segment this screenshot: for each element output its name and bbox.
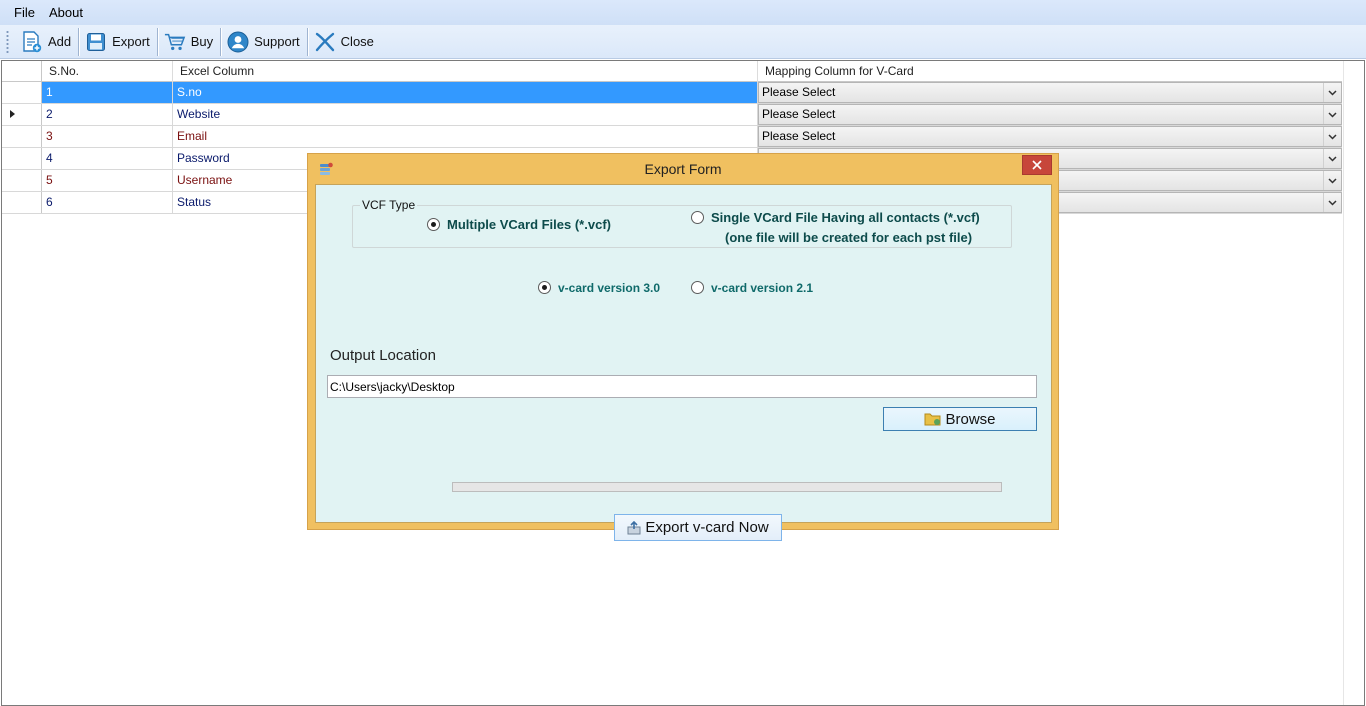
vcard-version-30-label: v-card version 3.0: [558, 281, 661, 295]
export-label: Export: [112, 34, 150, 49]
multiple-vcard-label: Multiple VCard Files (*.vcf): [447, 217, 611, 232]
add-file-icon: [21, 30, 43, 53]
mapping-select-value: Please Select: [762, 129, 836, 143]
grid-vertical-scrollbar[interactable]: [1343, 61, 1364, 705]
dialog-close-button[interactable]: [1022, 155, 1052, 175]
header-sno[interactable]: S.No.: [42, 61, 173, 82]
header-mapping-column[interactable]: Mapping Column for V-Card: [758, 61, 1342, 82]
cell-excel-column[interactable]: S.no: [173, 82, 758, 103]
buy-button[interactable]: Buy: [158, 28, 220, 56]
mapping-select[interactable]: Please Select: [758, 126, 1342, 147]
grid-corner[interactable]: [2, 61, 42, 82]
output-location-label: Output Location: [330, 347, 436, 364]
menu-about[interactable]: About: [43, 0, 91, 25]
shopping-cart-icon: [164, 31, 186, 53]
table-row[interactable]: 2 Website Please Select: [2, 104, 1342, 126]
folder-icon: [924, 413, 941, 425]
cell-sno[interactable]: 6: [42, 192, 173, 213]
browse-button[interactable]: Browse: [883, 407, 1037, 431]
row-header[interactable]: [2, 170, 42, 191]
chevron-down-icon[interactable]: [1323, 149, 1341, 168]
chevron-down-icon[interactable]: [1323, 83, 1341, 102]
close-icon: [1032, 160, 1042, 170]
menu-file[interactable]: File: [0, 0, 43, 25]
chevron-down-icon[interactable]: [1323, 105, 1341, 124]
cell-sno[interactable]: 2: [42, 104, 173, 125]
row-header[interactable]: [2, 192, 42, 213]
support-button[interactable]: Support: [221, 28, 307, 56]
radio-unchecked-icon[interactable]: [691, 211, 704, 224]
radio-checked-icon[interactable]: [538, 281, 551, 294]
close-label: Close: [340, 34, 374, 49]
toolbar-grip[interactable]: [6, 29, 9, 54]
export-progress-bar: [452, 482, 1002, 492]
dialog-titlebar[interactable]: Export Form: [308, 154, 1058, 184]
cell-mapping[interactable]: Please Select: [758, 126, 1342, 147]
mapping-select-value: Please Select: [762, 85, 836, 99]
header-excel-column[interactable]: Excel Column: [173, 61, 758, 82]
dialog-title: Export Form: [644, 161, 722, 177]
row-header[interactable]: [2, 126, 42, 147]
cell-sno[interactable]: 4: [42, 148, 173, 169]
cell-excel-column[interactable]: Website: [173, 104, 758, 125]
close-x-icon: [314, 31, 336, 53]
single-vcard-radio[interactable]: Single VCard File Having all contacts (*…: [691, 210, 980, 246]
radio-unchecked-icon[interactable]: [691, 281, 704, 294]
mapping-select[interactable]: Please Select: [758, 104, 1342, 125]
row-header[interactable]: [2, 104, 42, 125]
vcard-version-21-radio[interactable]: v-card version 2.1: [691, 280, 813, 296]
output-location-input[interactable]: [327, 375, 1037, 398]
menu-bar: File About: [0, 0, 1366, 25]
table-row[interactable]: 3 Email Please Select: [2, 126, 1342, 148]
add-label: Add: [48, 34, 72, 49]
save-disk-icon: [85, 31, 107, 53]
browse-label: Browse: [945, 410, 996, 428]
single-vcard-label: Single VCard File Having all contacts (*…: [711, 210, 980, 246]
vcf-type-legend: VCF Type: [360, 198, 418, 212]
support-label: Support: [254, 34, 300, 49]
export-button[interactable]: Export: [79, 28, 157, 56]
grid-header: S.No. Excel Column Mapping Column for V-…: [2, 61, 1342, 82]
row-header[interactable]: [2, 82, 42, 103]
support-user-icon: [227, 31, 249, 53]
cell-sno[interactable]: 3: [42, 126, 173, 147]
current-row-pointer-icon: [10, 110, 15, 118]
export-vcard-now-button[interactable]: Export v-card Now: [614, 514, 782, 541]
row-header[interactable]: [2, 148, 42, 169]
vcard-version-30-radio[interactable]: v-card version 3.0: [538, 280, 660, 296]
mapping-select-value: Please Select: [762, 107, 836, 121]
chevron-down-icon[interactable]: [1323, 193, 1341, 212]
toolbar: Add Export Buy Support Close: [0, 25, 1366, 59]
dialog-content: VCF Type Multiple VCard Files (*.vcf) Si…: [315, 184, 1052, 541]
cell-excel-column[interactable]: Email: [173, 126, 758, 147]
chevron-down-icon[interactable]: [1323, 171, 1341, 190]
export-form-dialog: Export Form VCF Type Multiple VCard File…: [307, 153, 1059, 541]
vcard-version-21-label: v-card version 2.1: [711, 281, 814, 295]
table-row[interactable]: 1 S.no Please Select: [2, 82, 1342, 104]
cell-sno[interactable]: 5: [42, 170, 173, 191]
mapping-select[interactable]: Please Select: [758, 82, 1342, 103]
cell-sno[interactable]: 1: [42, 82, 173, 103]
single-vcard-sub-text: (one file will be created for each pst f…: [725, 230, 973, 245]
chevron-down-icon[interactable]: [1323, 127, 1341, 146]
cell-mapping[interactable]: Please Select: [758, 104, 1342, 125]
single-vcard-main-text: Single VCard File Having all contacts (*…: [711, 210, 980, 225]
cell-mapping[interactable]: Please Select: [758, 82, 1342, 103]
buy-label: Buy: [190, 34, 214, 49]
export-vcard-now-label: Export v-card Now: [645, 519, 769, 536]
export-arrow-icon: [627, 520, 641, 534]
close-button[interactable]: Close: [308, 28, 381, 56]
radio-checked-icon[interactable]: [427, 218, 440, 231]
add-button[interactable]: Add: [15, 28, 78, 56]
multiple-vcard-radio[interactable]: Multiple VCard Files (*.vcf): [427, 217, 611, 233]
